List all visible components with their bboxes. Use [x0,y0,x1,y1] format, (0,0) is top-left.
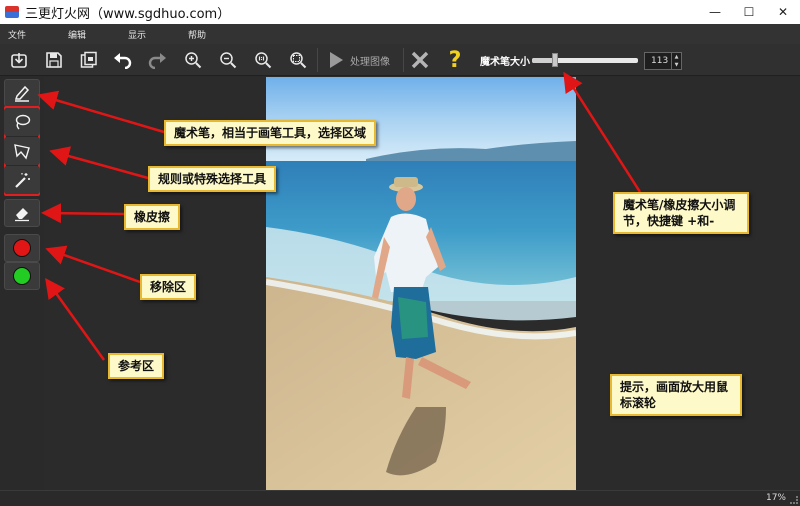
app-logo-icon [5,6,19,18]
close-button[interactable]: ✕ [766,0,800,24]
toolbar-separator [317,48,318,72]
fit-window-icon [290,52,307,69]
resize-grip-icon[interactable] [790,496,798,504]
polygon-lasso-icon [14,144,30,160]
play-icon [330,52,343,68]
save-copy-icon [80,51,97,68]
title-bar: 三更灯火网（www.sgdhuo.com） — ☐ ✕ [0,0,800,24]
save-copy-button[interactable] [77,48,101,72]
keep-area-tool[interactable] [4,262,40,290]
minimize-button[interactable]: — [698,0,732,24]
lasso-tool[interactable] [4,108,40,136]
fit-window-button[interactable] [286,48,310,72]
actual-size-icon [255,52,272,69]
spin-down-icon[interactable]: ▼ [672,61,681,69]
menu-edit[interactable]: 编辑 [68,28,86,41]
callout-remove-area: 移除区 [140,274,197,300]
callout-brush-size: 魔术笔/橡皮擦大小调节，快捷键 +和- [613,192,749,234]
callout-selection-tools: 规则或特殊选择工具 [148,166,277,192]
menu-help[interactable]: 帮助 [188,28,206,41]
zoom-level: 17% [765,493,786,503]
undo-button[interactable] [111,48,135,72]
callout-reference-area: 参考区 [108,353,165,379]
zoom-out-button[interactable] [216,48,240,72]
magic-pen-tool[interactable] [4,79,40,107]
callout-magic-pen: 魔术笔，相当于画笔工具，选择区域 [164,120,377,146]
menu-file[interactable]: 文件 [8,28,26,41]
brush-size-slider-handle[interactable] [552,53,559,67]
menu-view[interactable]: 显示 [128,28,146,41]
brush-size-slider[interactable] [532,53,638,67]
actual-size-button[interactable] [251,48,275,72]
window-title: 三更灯火网（www.sgdhuo.com） [25,6,231,22]
status-bar: 17% [0,490,800,506]
process-image-label[interactable]: 处理图像 [350,53,390,68]
redo-button[interactable] [145,48,169,72]
save-button[interactable] [42,48,66,72]
zoom-out-icon [220,52,237,69]
polygon-lasso-tool[interactable] [4,137,40,165]
callout-tip: 提示，画面放大用鼠标滚轮 [610,374,742,416]
window-controls: — ☐ ✕ [698,0,800,24]
redo-icon [148,53,166,69]
magic-wand-tool[interactable] [4,166,40,194]
remove-area-tool[interactable] [4,234,40,262]
keep-area-icon [13,267,31,285]
maximize-button[interactable]: ☐ [732,0,766,24]
brush-size-label: 魔术笔大小 [480,57,530,68]
magic-pen-icon [14,85,30,102]
callout-eraser: 橡皮擦 [124,204,181,230]
import-button[interactable] [7,48,31,72]
zoom-in-icon [185,52,202,69]
zoom-in-button[interactable] [181,48,205,72]
save-icon [46,52,62,68]
process-image-button[interactable] [324,48,348,72]
toolbar-separator [403,48,404,72]
eraser-icon [15,208,29,222]
eraser-tool[interactable] [4,199,40,227]
spin-up-icon[interactable]: ▲ [672,53,681,61]
import-icon [11,53,27,68]
help-button[interactable]: ? [443,47,467,73]
cancel-button[interactable] [408,48,432,72]
menu-bar: 文件 编辑 显示 帮助 [0,24,800,44]
app-window: 三更灯火网（www.sgdhuo.com） — ☐ ✕ 文件 编辑 显示 帮助 [0,0,800,506]
undo-icon [114,53,132,69]
brush-size-spinbox[interactable]: 113 ▲ ▼ [644,52,682,70]
magic-wand-icon [15,173,30,188]
help-icon: ? [448,47,462,73]
brush-size-value[interactable]: 113 [651,56,668,66]
remove-area-icon [13,239,31,257]
spin-arrows[interactable]: ▲ ▼ [671,53,681,69]
cancel-icon [411,51,429,69]
lasso-icon [15,114,31,130]
